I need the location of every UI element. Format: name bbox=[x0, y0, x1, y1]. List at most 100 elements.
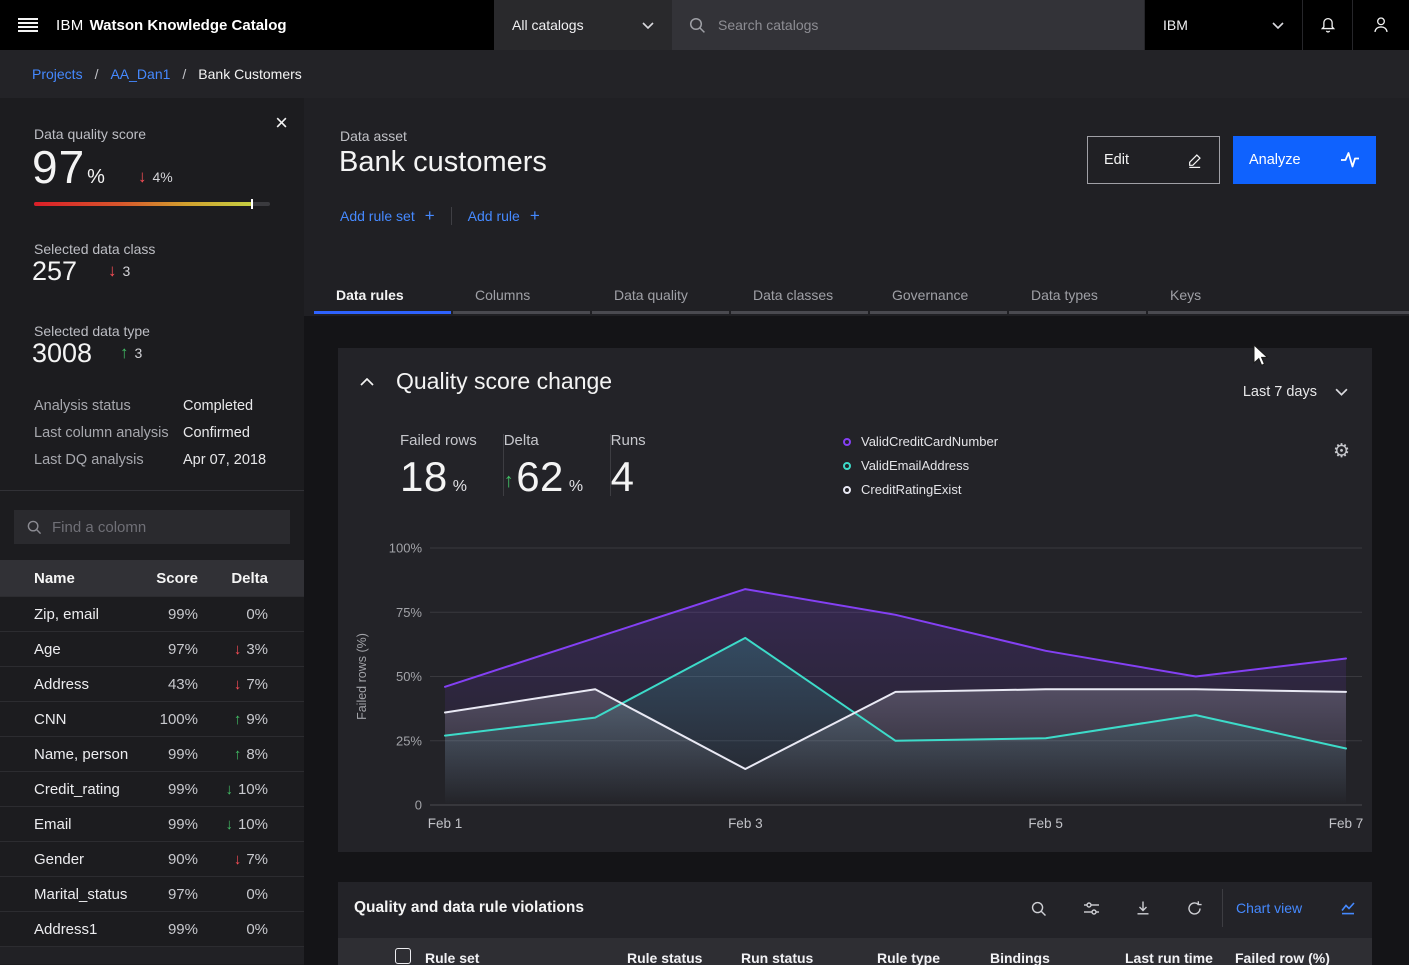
failed-rows-line-chart: 100%75%50%25%0Failed rows (%)Feb 1Feb 3F… bbox=[338, 538, 1372, 838]
violations-column-header[interactable]: Bindings bbox=[990, 950, 1050, 965]
svg-text:Feb 5: Feb 5 bbox=[1028, 816, 1063, 831]
arrow-down-icon: ↓ bbox=[108, 262, 117, 279]
column-score-row[interactable]: CNN100% ↑9% bbox=[0, 701, 304, 736]
column-score-row[interactable]: Name, person99% ↑8% bbox=[0, 736, 304, 771]
tab-columns[interactable]: Columns bbox=[453, 278, 590, 314]
filter-button[interactable] bbox=[1075, 894, 1107, 922]
violations-column-header[interactable]: Last run time bbox=[1125, 950, 1213, 965]
violations-column-header[interactable]: Rule type bbox=[877, 950, 940, 965]
app-title: IBM Watson Knowledge Catalog bbox=[56, 0, 494, 50]
tab-keys[interactable]: Keys bbox=[1148, 278, 1409, 314]
column-score-row[interactable]: Email99% ↓10% bbox=[0, 806, 304, 841]
summary-stats: Failed rows 18 % Delta ↑ 62 % Runs 4 bbox=[400, 432, 672, 501]
add-rule-link[interactable]: Add rule + bbox=[468, 206, 540, 226]
breadcrumb-current: Bank Customers bbox=[198, 66, 301, 82]
asset-eyebrow: Data asset bbox=[340, 128, 407, 144]
edit-button[interactable]: Edit bbox=[1087, 136, 1220, 184]
time-range-label: Last 7 days bbox=[1243, 384, 1317, 400]
violations-column-header[interactable]: Rule status bbox=[627, 950, 702, 965]
chart-view-toggle[interactable]: Chart view bbox=[1236, 892, 1356, 924]
meta-label: Last DQ analysis bbox=[34, 452, 183, 468]
data-class-delta: ↓ 3 bbox=[108, 262, 130, 279]
quality-score-change-card: Quality score change Last 7 days Failed … bbox=[338, 348, 1372, 852]
find-column-input[interactable] bbox=[52, 519, 278, 536]
meta-value: Apr 07, 2018 bbox=[183, 452, 284, 468]
search-button[interactable] bbox=[1022, 894, 1054, 922]
data-type-value: 3008 bbox=[32, 338, 92, 369]
breadcrumb-projects[interactable]: Projects bbox=[32, 66, 83, 82]
violations-title: Quality and data rule violations bbox=[354, 899, 584, 917]
column-score-row[interactable]: Zip, email99% 0% bbox=[0, 596, 304, 631]
asset-tabs: Data rulesColumnsData qualityData classe… bbox=[314, 278, 1409, 314]
legend-ring-icon bbox=[843, 462, 851, 470]
breadcrumb-project[interactable]: AA_Dan1 bbox=[110, 66, 170, 82]
violations-column-header[interactable]: Rule set bbox=[425, 950, 479, 965]
svg-text:Feb 7: Feb 7 bbox=[1329, 816, 1364, 831]
tab-data-rules[interactable]: Data rules bbox=[314, 278, 451, 314]
legend-ring-icon bbox=[843, 486, 851, 494]
meta-label: Last column analysis bbox=[34, 425, 183, 441]
tab-data-classes[interactable]: Data classes bbox=[731, 278, 868, 314]
tab-data-types[interactable]: Data types bbox=[1009, 278, 1146, 314]
data-type-label: Selected data type bbox=[34, 323, 150, 339]
notifications-button[interactable] bbox=[1302, 0, 1352, 50]
pencil-icon bbox=[1186, 152, 1203, 169]
arrow-down-icon: ↓ bbox=[138, 168, 147, 185]
collapse-button[interactable] bbox=[360, 378, 374, 386]
time-range-dropdown[interactable]: Last 7 days bbox=[1243, 384, 1348, 400]
violations-card: Quality and data rule violations bbox=[338, 882, 1372, 965]
reset-icon bbox=[1186, 900, 1203, 917]
reset-button[interactable] bbox=[1178, 894, 1210, 922]
download-button[interactable] bbox=[1127, 894, 1159, 922]
menu-button[interactable] bbox=[0, 0, 56, 50]
profile-button[interactable] bbox=[1352, 0, 1409, 50]
bell-icon bbox=[1317, 14, 1339, 36]
column-score-row[interactable]: Marital_status97% 0% bbox=[0, 876, 304, 911]
close-icon[interactable]: × bbox=[275, 112, 288, 134]
catalogs-dropdown-label: All catalogs bbox=[512, 17, 584, 33]
column-score-row[interactable]: Address199% 0% bbox=[0, 911, 304, 946]
legend-item[interactable]: ValidEmailAddress bbox=[843, 458, 998, 473]
divider bbox=[1222, 889, 1223, 927]
legend-item[interactable]: CreditRatingExist bbox=[843, 482, 998, 497]
settings-adjust-icon bbox=[1083, 900, 1100, 917]
data-class-label: Selected data class bbox=[34, 241, 155, 257]
violations-column-header[interactable]: Failed row (%) bbox=[1235, 950, 1330, 965]
brand-prefix: IBM bbox=[56, 17, 84, 34]
legend-item[interactable]: ValidCreditCardNumber bbox=[843, 434, 998, 449]
activity-icon bbox=[1340, 150, 1360, 170]
column-score-row[interactable]: Address43% ↓7% bbox=[0, 666, 304, 701]
tab-governance[interactable]: Governance bbox=[870, 278, 1007, 314]
column-score-row[interactable]: Gender90% ↓7% bbox=[0, 841, 304, 876]
table-header-row: NameScoreDelta bbox=[0, 560, 304, 596]
arrow-down-icon: ↓ bbox=[234, 642, 242, 657]
column-score-row[interactable]: Credit_rating99% ↓10% bbox=[0, 771, 304, 806]
tab-data-quality[interactable]: Data quality bbox=[592, 278, 729, 314]
main-content: Data asset Bank customers Add rule set +… bbox=[304, 98, 1409, 965]
top-header-bar: IBM Watson Knowledge Catalog All catalog… bbox=[0, 0, 1409, 50]
find-column-search bbox=[14, 510, 290, 544]
card-title: Quality score change bbox=[396, 368, 612, 395]
asset-actions: Add rule set + Add rule + bbox=[340, 206, 540, 226]
select-all-checkbox[interactable] bbox=[395, 948, 411, 964]
watson-knowledge-catalog-app: IBM Watson Knowledge Catalog All catalog… bbox=[0, 0, 1409, 965]
add-rule-set-link[interactable]: Add rule set + bbox=[340, 206, 435, 226]
svg-text:Feb 3: Feb 3 bbox=[728, 816, 763, 831]
svg-text:0: 0 bbox=[415, 798, 422, 813]
clipped-row bbox=[0, 946, 304, 964]
svg-text:100%: 100% bbox=[389, 541, 423, 556]
failed-rows-stat: Failed rows 18 % bbox=[400, 432, 503, 501]
gear-icon[interactable]: ⚙ bbox=[1333, 442, 1350, 461]
svg-text:Failed rows (%): Failed rows (%) bbox=[355, 633, 369, 720]
plus-icon: + bbox=[530, 206, 540, 226]
account-dropdown[interactable]: IBM bbox=[1144, 0, 1302, 50]
data-class-value: 257 bbox=[32, 256, 77, 287]
column-score-row[interactable]: Age97% ↓3% bbox=[0, 631, 304, 666]
arrow-down-icon: ↓ bbox=[225, 782, 233, 797]
catalogs-dropdown[interactable]: All catalogs bbox=[494, 0, 672, 50]
analyze-button[interactable]: Analyze bbox=[1233, 136, 1376, 184]
breadcrumb-separator: / bbox=[182, 66, 186, 82]
gauge-marker bbox=[251, 199, 253, 209]
violations-column-header[interactable]: Run status bbox=[741, 950, 813, 965]
search-input[interactable] bbox=[718, 17, 1128, 33]
